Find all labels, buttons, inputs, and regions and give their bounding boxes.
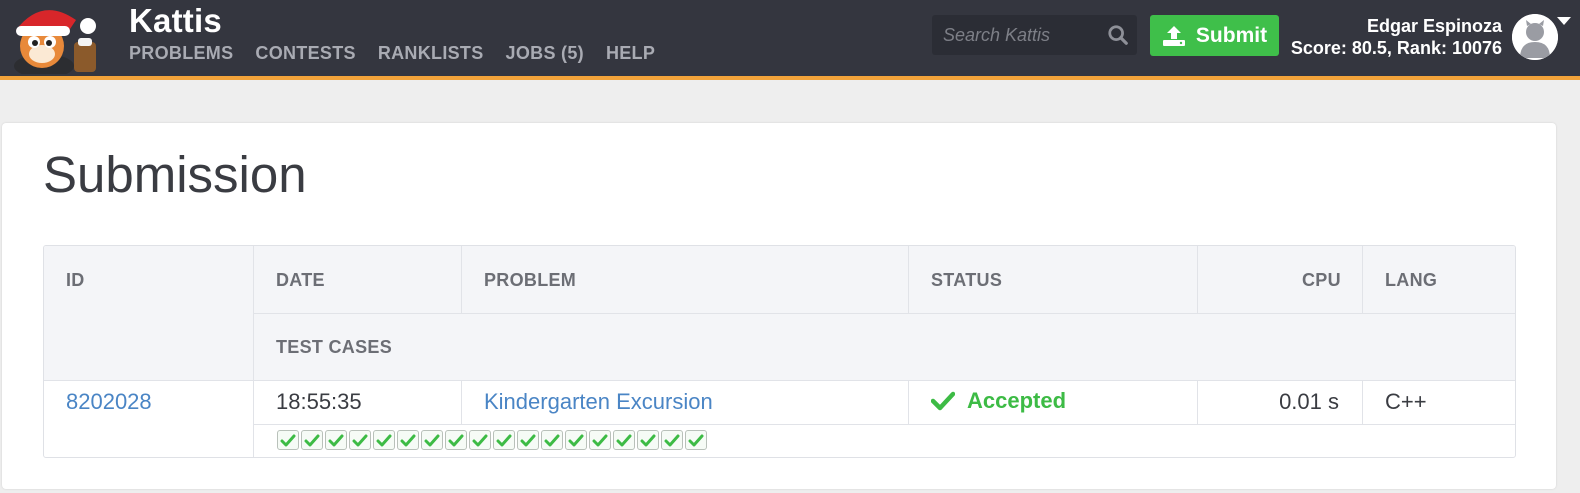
user-name: Edgar Espinoza <box>1366 16 1502 36</box>
checkmark-icon <box>544 434 560 446</box>
checkmark-icon <box>568 434 584 446</box>
checkmark-icon <box>472 434 488 446</box>
test-case-list <box>277 430 707 450</box>
user-info[interactable]: Edgar Espinoza Score: 80.5, Rank: 10076 <box>1291 15 1502 59</box>
checkmark-icon <box>688 434 704 446</box>
nav-link-problems[interactable]: PROBLEMS <box>129 43 233 64</box>
checkmark-icon <box>352 434 368 446</box>
submission-card: Submission ID DATE PROBLEM STATUS CPU LA… <box>2 123 1556 489</box>
language: C++ <box>1385 389 1427 414</box>
test-case-result[interactable] <box>397 430 419 450</box>
checkmark-icon <box>640 434 656 446</box>
test-case-result[interactable] <box>637 430 659 450</box>
nav-link-jobs[interactable]: JOBS (5) <box>506 43 584 64</box>
submit-button[interactable]: Submit <box>1150 15 1279 56</box>
search-input[interactable] <box>932 15 1097 55</box>
chevron-down-icon[interactable] <box>1557 17 1571 25</box>
submission-table: ID DATE PROBLEM STATUS CPU LANG TEST CAS… <box>43 245 1516 458</box>
header-cpu: CPU <box>1302 270 1341 290</box>
search-box <box>932 15 1137 55</box>
nav-link-ranklists[interactable]: RANKLISTS <box>378 43 484 64</box>
search-icon[interactable] <box>1107 24 1129 46</box>
test-case-result[interactable] <box>541 430 563 450</box>
test-case-result[interactable] <box>565 430 587 450</box>
checkmark-icon <box>592 434 608 446</box>
checkmark-icon <box>400 434 416 446</box>
test-case-result[interactable] <box>421 430 443 450</box>
checkmark-icon <box>616 434 632 446</box>
checkmark-icon <box>448 434 464 446</box>
header-id: ID <box>66 270 85 290</box>
checkmark-icon <box>496 434 512 446</box>
checkmark-icon <box>931 391 955 411</box>
test-case-result[interactable] <box>373 430 395 450</box>
test-case-result[interactable] <box>517 430 539 450</box>
nav-link-help[interactable]: HELP <box>606 43 655 64</box>
test-case-result[interactable] <box>613 430 635 450</box>
header-status: STATUS <box>931 270 1003 290</box>
status-badge: Accepted <box>931 388 1066 414</box>
header-test-cases: TEST CASES <box>276 337 393 357</box>
test-case-result[interactable] <box>277 430 299 450</box>
submission-id-link[interactable]: 8202028 <box>66 389 152 415</box>
header-date: DATE <box>276 270 325 290</box>
top-navbar: Kattis PROBLEMS CONTESTS RANKLISTS JOBS … <box>0 0 1580 80</box>
test-case-result[interactable] <box>493 430 515 450</box>
santa-cat-logo-icon[interactable] <box>6 2 102 74</box>
test-case-result[interactable] <box>469 430 491 450</box>
test-case-result[interactable] <box>661 430 683 450</box>
checkmark-icon <box>280 434 296 446</box>
upload-icon <box>1162 25 1185 46</box>
nav-link-contests[interactable]: CONTESTS <box>255 43 355 64</box>
problem-link[interactable]: Kindergarten Excursion <box>484 389 713 415</box>
header-problem: PROBLEM <box>484 270 577 290</box>
avatar[interactable] <box>1512 14 1558 60</box>
test-case-result[interactable] <box>325 430 347 450</box>
test-case-result[interactable] <box>445 430 467 450</box>
checkmark-icon <box>376 434 392 446</box>
checkmark-icon <box>664 434 680 446</box>
checkmark-icon <box>424 434 440 446</box>
checkmark-icon <box>520 434 536 446</box>
test-case-result[interactable] <box>589 430 611 450</box>
submit-label: Submit <box>1195 23 1268 47</box>
page-title: Submission <box>43 146 307 203</box>
cpu-time: 0.01 s <box>1279 389 1339 414</box>
brand-name[interactable]: Kattis <box>129 2 222 40</box>
test-case-result[interactable] <box>685 430 707 450</box>
avatar-icon <box>1512 14 1558 60</box>
header-lang: LANG <box>1385 270 1438 290</box>
main-nav: PROBLEMS CONTESTS RANKLISTS JOBS (5) HEL… <box>129 43 677 64</box>
checkmark-icon <box>328 434 344 446</box>
submission-date: 18:55:35 <box>276 389 362 414</box>
checkmark-icon <box>304 434 320 446</box>
status-text: Accepted <box>967 388 1067 413</box>
test-case-result[interactable] <box>349 430 371 450</box>
user-stats: Score: 80.5, Rank: 10076 <box>1290 38 1502 58</box>
test-case-result[interactable] <box>301 430 323 450</box>
